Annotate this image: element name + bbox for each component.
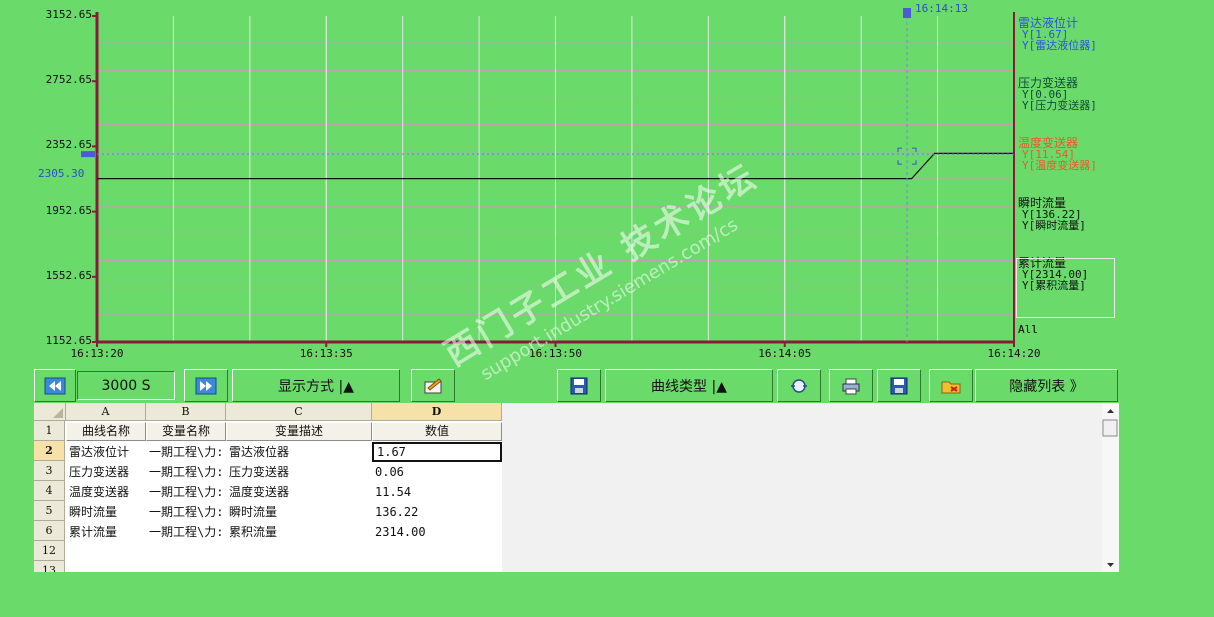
column-header-d[interactable]: D — [372, 403, 502, 421]
corner-triangle-icon — [52, 408, 63, 418]
scroll-back-button[interactable] — [34, 369, 76, 402]
export-button[interactable] — [929, 369, 973, 402]
table-header-cell[interactable]: 变量描述 — [226, 422, 372, 441]
zoom-icon — [791, 378, 807, 393]
legend-item[interactable]: 温度变送器 Y[11.54] Y[温度变送器] — [1018, 137, 1097, 172]
x-tick-label: 16:13:50 — [529, 347, 582, 360]
table-cell[interactable]: 一期工程\力: — [146, 462, 226, 482]
x-tick-label: 16:13:20 — [70, 347, 124, 360]
save-icon — [570, 377, 588, 394]
print-button[interactable] — [829, 369, 873, 402]
row-header[interactable]: 2 — [34, 441, 65, 461]
table-cell[interactable]: 一期工程\力: — [146, 522, 226, 542]
column-header-a[interactable]: A — [66, 403, 146, 421]
x-tick-label: 16:13:35 — [299, 347, 353, 360]
table-cell[interactable]: 1.67 — [372, 442, 502, 462]
legend-item[interactable]: 雷达液位计 Y[1.67] Y[雷达液位器] — [1018, 17, 1097, 52]
y-tick-label: 2752.65 — [45, 73, 92, 87]
table-header-cell[interactable]: 变量名称 — [146, 422, 226, 441]
time-span-field[interactable]: 3000 S — [77, 371, 175, 400]
table-cell[interactable]: 136.22 — [372, 502, 502, 522]
y-tick-label: 3152.65 — [45, 8, 92, 21]
row-header[interactable]: 3 — [34, 461, 65, 481]
x-tick-label: 16:14:20 — [987, 347, 1041, 360]
table-cell[interactable]: 一期工程\力: — [146, 482, 226, 502]
folder-export-icon — [941, 381, 961, 393]
legend-selection-box — [1016, 258, 1115, 318]
edit-button[interactable] — [411, 369, 455, 402]
x-tick-label: 16:14:05 — [758, 347, 812, 360]
legend-item-label: Y[压力变送器] — [1022, 99, 1097, 112]
table-cell[interactable]: 瞬时流量 — [226, 502, 372, 522]
zoom-button[interactable] — [777, 369, 821, 402]
scroll-forward-button[interactable] — [184, 369, 228, 402]
table-cell[interactable]: 0.06 — [372, 462, 502, 482]
rewind-icon — [44, 377, 66, 394]
printer-icon — [842, 378, 860, 394]
column-header-b[interactable]: B — [146, 403, 226, 421]
cursor-handle[interactable] — [903, 8, 912, 18]
y-tick-label: 1952.65 — [45, 203, 92, 217]
table-cell[interactable]: 一期工程\力: — [146, 442, 226, 462]
row-header[interactable]: 5 — [34, 501, 65, 521]
y-tick-label: 1552.65 — [45, 268, 92, 282]
table-cell[interactable]: 2314.00 — [372, 522, 502, 542]
scroll-down-arrow-icon — [1107, 563, 1114, 567]
save-trend-button[interactable] — [557, 369, 601, 402]
table-cell[interactable]: 瞬时流量 — [66, 502, 146, 522]
table-header-cell[interactable]: 曲线名称 — [66, 422, 146, 441]
row-header[interactable]: 13 — [34, 561, 65, 572]
table-cell[interactable]: 一期工程\力: — [146, 502, 226, 522]
legend-item-label: Y[雷达液位器] — [1022, 39, 1097, 52]
row-header[interactable]: 4 — [34, 481, 65, 501]
fast-forward-icon — [195, 377, 217, 394]
scrollbar-graphic — [1102, 409, 1118, 567]
row-header[interactable]: 6 — [34, 521, 65, 541]
hide-list-button[interactable]: 隐藏列表 》 — [975, 369, 1118, 402]
vertical-scrollbar[interactable] — [1102, 403, 1119, 572]
legend-item-label: Y[温度变送器] — [1022, 159, 1097, 172]
table-cell[interactable]: 温度变送器 — [66, 482, 146, 502]
curve-type-button[interactable]: 曲线类型 |▲ — [605, 369, 773, 402]
table-cell[interactable]: 累计流量 — [66, 522, 146, 542]
legend-item-label: Y[瞬时流量] — [1022, 219, 1086, 232]
table-cell[interactable]: 雷达液位计 — [66, 442, 146, 462]
column-header-c[interactable]: C — [226, 403, 372, 421]
scroll-up-arrow-icon — [1107, 409, 1114, 413]
display-mode-button[interactable]: 显示方式 |▲ — [232, 369, 400, 402]
table-header-cell[interactable]: 数值 — [372, 422, 502, 441]
table-cell[interactable]: 累积流量 — [226, 522, 372, 542]
table-cell[interactable]: 压力变送器 — [226, 462, 372, 482]
data-table[interactable]: ABCD 1 2 3 4 5 6 12 13 曲线名称 变量名称 变量描述 数值 雷达液位计 一期工程… — [34, 403, 502, 572]
table-cell[interactable]: 温度变送器 — [226, 482, 372, 502]
save-data-button[interactable] — [877, 369, 921, 402]
table-cell[interactable]: 压力变送器 — [66, 462, 146, 482]
legend-item[interactable]: 压力变送器 Y[0.06] Y[压力变送器] — [1018, 77, 1097, 112]
edit-icon — [424, 377, 442, 393]
save-icon — [890, 377, 908, 394]
table-cell[interactable]: 雷达液位器 — [226, 442, 372, 462]
left-marker-value: 2305.30 — [38, 167, 85, 180]
legend-item[interactable]: 瞬时流量 Y[136.22] Y[瞬时流量] — [1018, 197, 1086, 232]
left-marker-handle[interactable] — [81, 151, 95, 158]
y-tick-label: 2352.65 — [45, 138, 92, 152]
data-grid-area: ABCD 1 2 3 4 5 6 12 13 曲线名称 变量名称 变量描述 数值 雷达液位计 一期工程… — [34, 403, 1119, 572]
row-header[interactable]: 12 — [34, 541, 65, 561]
legend-all[interactable]: All — [1018, 324, 1038, 335]
row-header[interactable]: 1 — [34, 421, 65, 441]
corner-select-all[interactable] — [34, 403, 66, 421]
y-tick-label: 1152.65 — [45, 334, 92, 347]
cursor-time-label: 16:14:13 — [915, 2, 968, 15]
scroll-thumb — [1102, 419, 1118, 437]
table-cell[interactable]: 11.54 — [372, 482, 502, 502]
